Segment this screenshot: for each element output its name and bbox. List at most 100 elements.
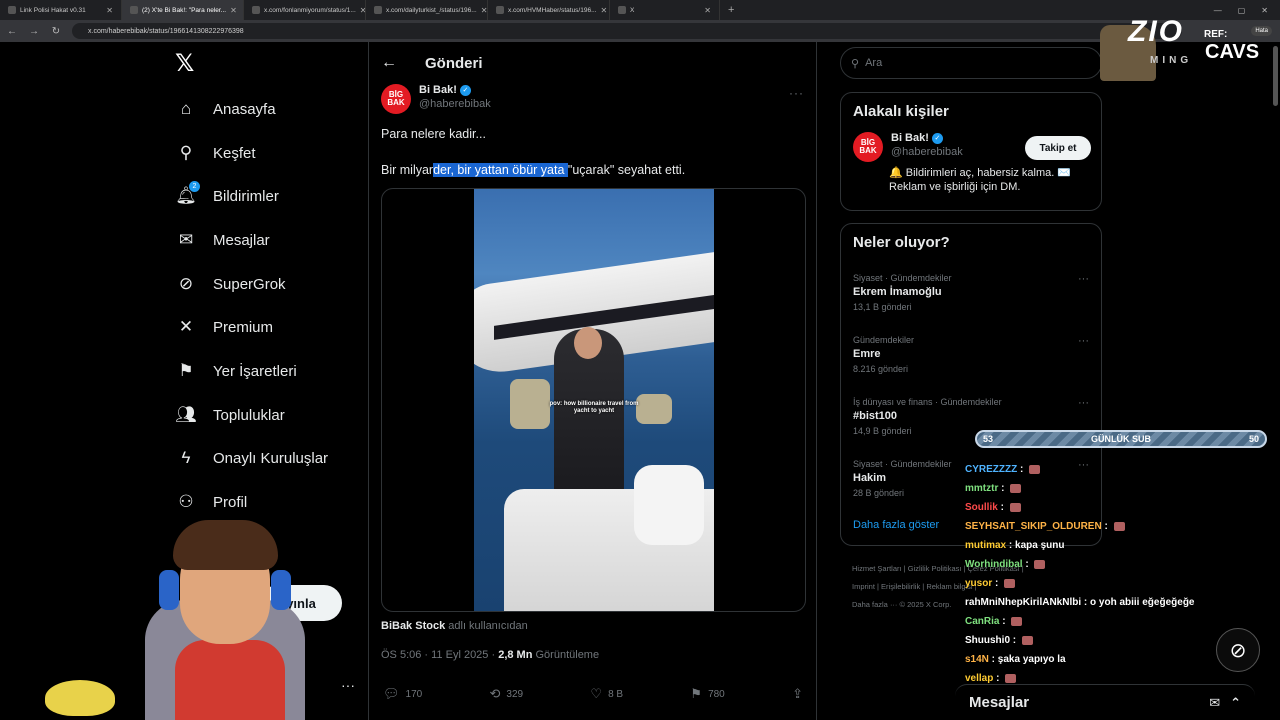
chat-emote-icon (1021, 635, 1033, 645)
trend-item[interactable]: Gündemdekiler Emre 8.216 gönderi ··· (841, 329, 1101, 391)
chat-emote-icon (1113, 521, 1125, 531)
back-arrow-icon[interactable]: ← (381, 54, 397, 72)
tab-favicon-icon (8, 6, 16, 14)
trend-count: 13,1 B gönderi (853, 302, 912, 312)
chat-username[interactable]: s14N (965, 654, 989, 665)
expand-icon[interactable]: ⌃ (1230, 695, 1241, 711)
forward-nav-icon[interactable]: → (28, 26, 40, 37)
close-tab-icon[interactable]: ✕ (601, 6, 608, 15)
chat-text: kapa şunu (1015, 540, 1065, 551)
chat-separator: : (1010, 635, 1019, 646)
browser-tab[interactable]: Link Polisi Hakat v0.31 ✕ (0, 0, 122, 20)
window-controls: — ▢ ✕ (1214, 6, 1280, 15)
back-nav-icon[interactable]: ← (6, 26, 18, 37)
notification-badge: 2 (189, 181, 200, 192)
nav-item-0[interactable]: ⌂ Anasayfa (175, 96, 276, 122)
chat-message: yusor : (965, 574, 1265, 593)
chat-username[interactable]: mmtztr (965, 483, 998, 494)
repost-button[interactable]: ⟲ 329 (490, 686, 524, 702)
trend-category: Siyaset · Gündemdekiler (853, 273, 952, 283)
close-window-icon[interactable]: ✕ (1261, 6, 1268, 15)
chat-text: şaka yapıyo la (997, 654, 1066, 665)
tab-favicon-icon (496, 6, 504, 14)
like-button[interactable]: ♡ 8 B (590, 686, 623, 702)
tab-favicon-icon (374, 6, 382, 14)
trend-more-icon[interactable]: ··· (1078, 273, 1089, 285)
chat-message: CYREZZZZ : (965, 460, 1265, 479)
bookmark-button[interactable]: ⚑ 780 (690, 686, 724, 702)
account-more-icon[interactable]: ··· (341, 677, 355, 693)
close-tab-icon[interactable]: ✕ (704, 6, 711, 15)
nav-item-8[interactable]: ϟ Onaylı Kuruluşlar (175, 445, 329, 471)
trend-name: #bist100 (853, 410, 898, 422)
chat-username[interactable]: Worhindibal (965, 559, 1023, 570)
trend-more-icon[interactable]: ··· (1078, 397, 1089, 409)
browser-tab[interactable]: x.com/HVMHaber/status/196... ✕ (488, 0, 610, 20)
chat-username[interactable]: CanRia (965, 616, 999, 627)
grok-button[interactable]: ⊘ (1216, 628, 1260, 672)
related-person[interactable]: BİG BAK Bi Bak! ✓ @haberebibak Takip et (841, 120, 1101, 162)
nav-item-7[interactable]: 👥︎ Topluluklar (175, 402, 285, 428)
nav-item-2[interactable]: 🔔︎ 2 Bildirimler (175, 181, 279, 209)
profile-icon: ⚇ (178, 492, 194, 511)
chat-username[interactable]: rahMniNhepKirilANkNlbi (965, 597, 1081, 608)
nav-item-3[interactable]: ✉ Mesajlar (175, 227, 270, 253)
browser-tab-active[interactable]: (2) X'te Bi Bak!: "Para neler... ✕ (122, 0, 244, 20)
chat-separator: : (993, 673, 1003, 684)
chat-username[interactable]: CYREZZZZ (965, 464, 1017, 475)
chat-separator: : (997, 502, 1007, 513)
chat-separator: : (988, 654, 998, 665)
author-avatar[interactable]: BİG BAK (381, 84, 411, 114)
url-input[interactable]: x.com/haberebibak/status/196614130822297… (72, 23, 1182, 39)
share-icon: ⇪ (792, 686, 803, 701)
close-tab-icon[interactable]: ✕ (106, 6, 113, 15)
related-name[interactable]: Bi Bak! ✓ (891, 132, 963, 144)
trend-item[interactable]: Siyaset · Gündemdekiler Ekrem İmamoğlu 13,… (841, 267, 1101, 329)
minimize-icon[interactable]: — (1214, 6, 1222, 15)
page-scrollbar[interactable] (1273, 46, 1278, 106)
author-handle[interactable]: @haberebibak (419, 98, 491, 110)
post-more-icon[interactable]: ··· (789, 86, 804, 100)
post-header: ← Gönderi (381, 52, 483, 74)
chat-username[interactable]: yusor (965, 578, 992, 589)
follow-button[interactable]: Takip et (1025, 136, 1091, 160)
chat-username[interactable]: vellap (965, 673, 993, 684)
tab-favicon-icon (130, 6, 138, 14)
chat-username[interactable]: SEYHSAIT_SIKIP_OLDUREN (965, 521, 1102, 532)
chat-username[interactable]: mutimax (965, 540, 1006, 551)
close-tab-icon[interactable]: ✕ (481, 6, 487, 15)
browser-tab[interactable]: x.com/dailyturkist_/status/196... ✕ (366, 0, 488, 20)
search-input[interactable]: ⚲ Ara (840, 47, 1102, 79)
video-player[interactable]: pov: how billionaire travel from yacht t… (474, 189, 714, 611)
reply-button[interactable]: 💬︎ 170 (383, 686, 422, 702)
post-media[interactable]: pov: how billionaire travel from yacht t… (381, 188, 806, 612)
close-tab-icon[interactable]: ✕ (230, 6, 237, 15)
related-avatar[interactable]: BİG BAK (853, 132, 883, 162)
chat-username[interactable]: Soullik (965, 502, 998, 513)
x-logo-icon[interactable]: 𝕏 (175, 52, 199, 76)
nav-item-9[interactable]: ⚇ Profil (175, 489, 247, 515)
author-name[interactable]: Bi Bak! ✓ (419, 84, 491, 96)
boat-seat-shape (634, 465, 704, 545)
nav-item-5[interactable]: ✕ Premium (175, 314, 273, 340)
ref-code: CAVS (1205, 41, 1260, 63)
browser-tab[interactable]: X ✕ (610, 0, 720, 20)
home-icon: ⌂ (180, 99, 192, 118)
reload-icon[interactable]: ↻ (50, 26, 62, 37)
messages-drawer[interactable]: Mesajlar ✉ ⌃ (955, 684, 1255, 720)
trend-more-icon[interactable]: ··· (1078, 335, 1089, 347)
browser-tab[interactable]: x.com/fonlanmiyorum/status/1... ✕ (244, 0, 366, 20)
related-handle: @haberebibak (891, 146, 963, 158)
nav-item-1[interactable]: ⚲ Keşfet (175, 140, 256, 166)
share-button[interactable]: ⇪ (792, 686, 803, 702)
trend-name: Ekrem İmamoğlu (853, 286, 942, 298)
brand-sub: MING (1150, 55, 1193, 66)
nav-item-4[interactable]: ⊘ SuperGrok (175, 271, 286, 297)
new-message-icon[interactable]: ✉ (1209, 695, 1220, 711)
new-tab-icon[interactable]: + (720, 4, 742, 16)
chat-username[interactable]: Shuushi0 (965, 635, 1010, 646)
nav-item-6[interactable]: ⚑ Yer İşaretleri (175, 358, 296, 384)
sub-goal-bar: 53 GÜNLÜK SUB 50 (975, 430, 1267, 448)
maximize-icon[interactable]: ▢ (1238, 6, 1246, 15)
nav-item-label: Keşfet (213, 144, 256, 162)
